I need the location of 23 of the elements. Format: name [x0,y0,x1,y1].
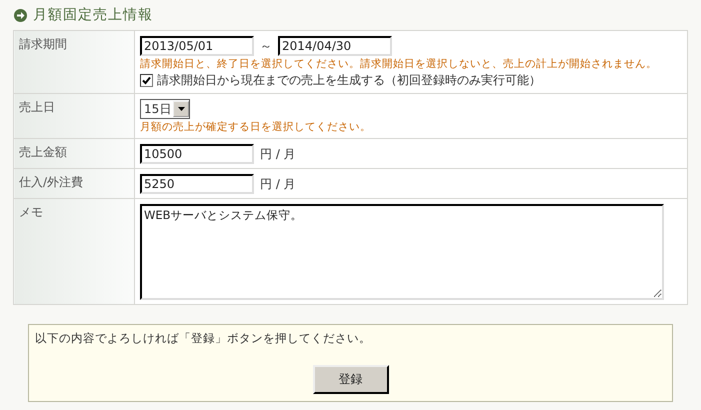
caret-icon [178,107,185,111]
unit-label: 円 / 月 [260,146,296,162]
unit-label: 円 / 月 [260,176,296,192]
range-separator: ～ [260,38,272,54]
section-title: 月額固定売上情報 [33,6,153,24]
register-button[interactable]: 登録 [312,365,388,394]
hint-text: 請求開始日と、終了日を選択してください。請求開始日を選択しないと、売上の計上が開始されません。 [140,57,658,71]
start-date-field[interactable]: 2013/05/01 [140,36,254,56]
amount-field[interactable]: 5250 [140,174,254,194]
field-label: 仕入/外注費 [14,168,134,198]
field-label: 請求期間 [14,30,134,94]
end-date-field[interactable]: 2014/04/30 [278,36,392,56]
memo-field[interactable]: WEBサーバとシステム保守。 [140,204,664,300]
checkbox-label: 請求開始日から現在までの売上を生成する（初回登録時のみ実行可能） [157,72,541,89]
amount-field[interactable]: 10500 [140,144,254,164]
field-label: 売上金額 [14,138,134,168]
arrow-circle-icon [14,8,27,22]
hint-text: 月額の売上が確定する日を選択してください。 [140,120,372,134]
checkbox[interactable] [140,74,153,87]
day-dropdown[interactable]: 15日 [140,99,190,119]
notice-text: 以下の内容でよろしければ「登録」ボタンを押してください。 [35,331,371,346]
field-label: 売上日 [14,94,134,138]
field-label: メモ [14,198,134,304]
